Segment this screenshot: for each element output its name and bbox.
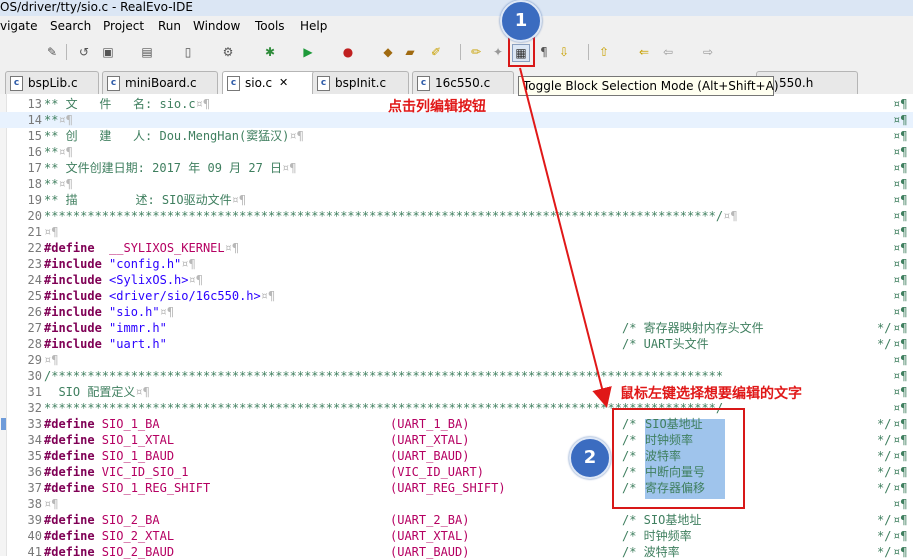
annotation-arrows <box>519 67 612 408</box>
step2-badge: 2 <box>569 437 611 479</box>
arrow-to-selection <box>519 67 612 408</box>
step1-badge: 1 <box>500 0 542 42</box>
